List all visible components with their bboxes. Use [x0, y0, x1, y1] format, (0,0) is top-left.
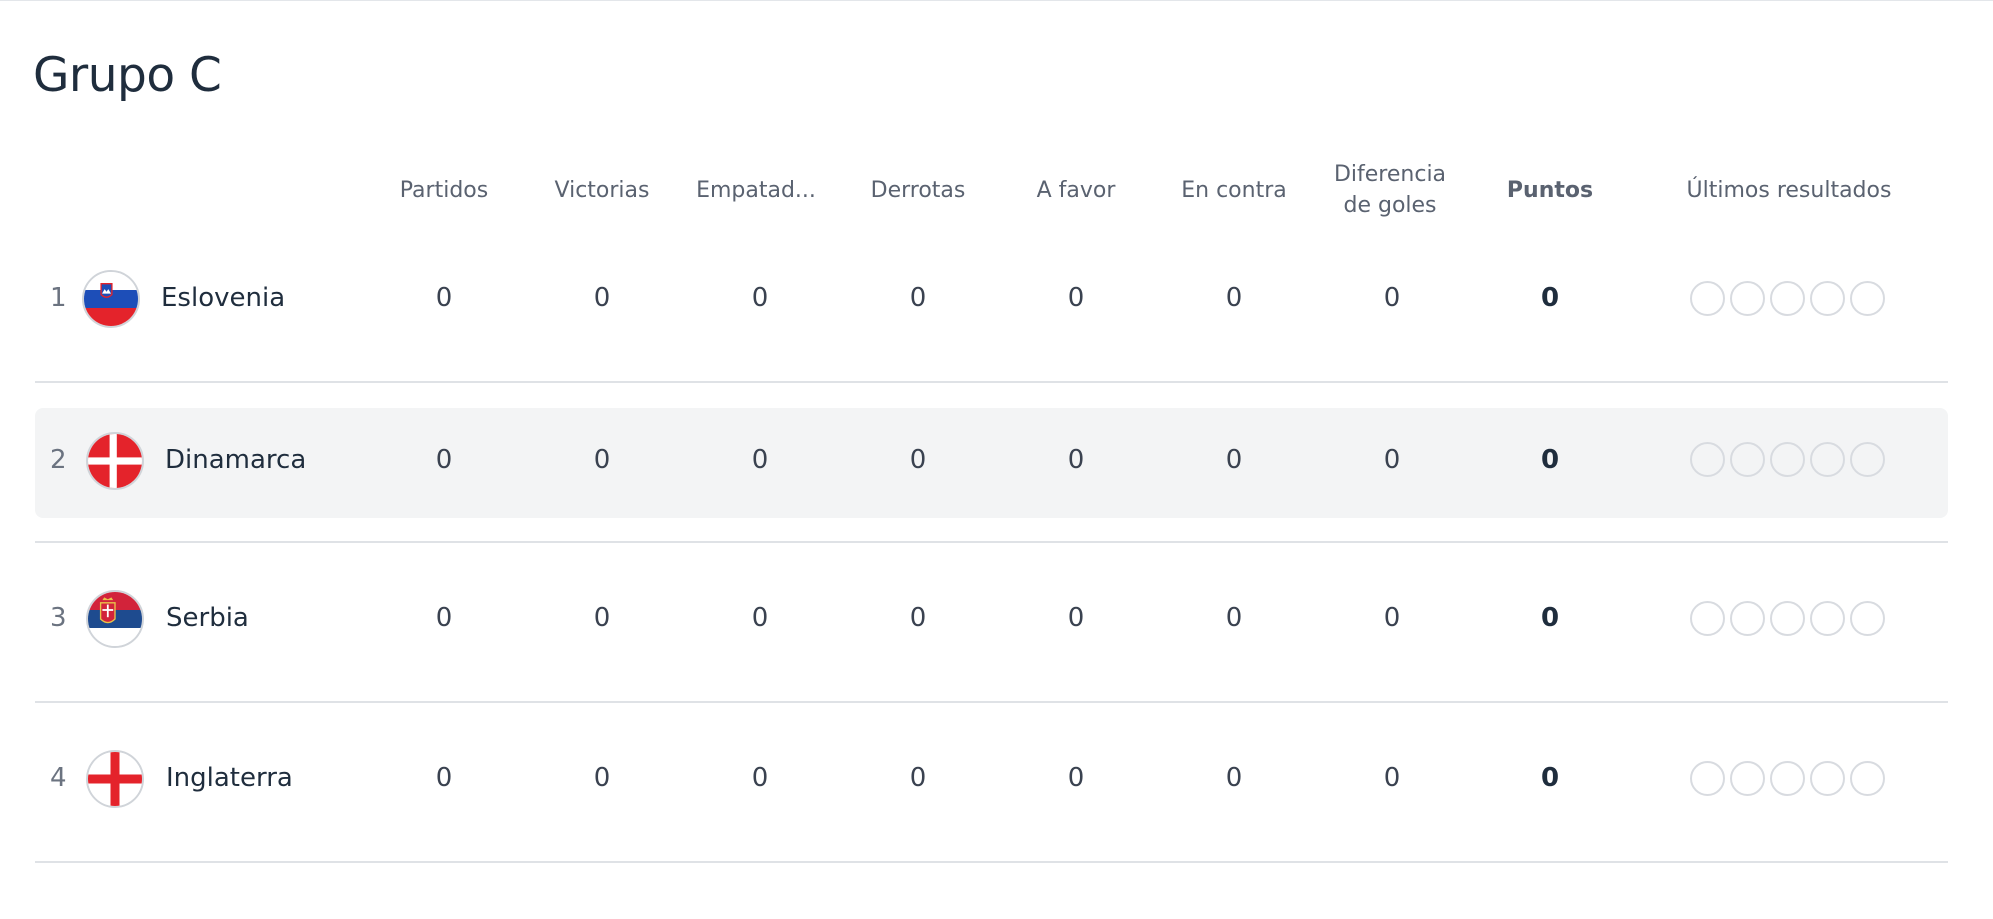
lost-value: 0	[909, 445, 927, 475]
goals-against-value: 0	[1225, 763, 1243, 793]
team-name[interactable]: Eslovenia	[161, 283, 285, 313]
row-background	[35, 725, 1948, 835]
col-drawn-header: Empatad...	[696, 177, 816, 203]
drawn-value: 0	[751, 763, 769, 793]
result-empty-icon	[1770, 601, 1805, 636]
won-value: 0	[593, 445, 611, 475]
result-empty-icon	[1770, 442, 1805, 477]
col-lost-header: Derrotas	[870, 177, 966, 203]
played-value: 0	[435, 283, 453, 313]
result-empty-icon	[1810, 442, 1845, 477]
top-divider	[0, 0, 1993, 1]
goal-diff-value: 0	[1383, 603, 1401, 633]
result-empty-icon	[1730, 442, 1765, 477]
row-divider	[35, 701, 1948, 703]
team-position: 1	[50, 283, 67, 313]
goals-against-value: 0	[1225, 603, 1243, 633]
lost-value: 0	[909, 603, 927, 633]
row-divider	[35, 381, 1948, 383]
result-empty-icon	[1850, 601, 1885, 636]
col-played-header: Partidos	[399, 177, 489, 203]
denmark-flag-icon	[86, 432, 144, 490]
lost-value: 0	[909, 763, 927, 793]
result-empty-icon	[1770, 761, 1805, 796]
slovenia-flag-icon	[82, 270, 140, 328]
col-points-header: Puntos	[1506, 177, 1594, 203]
goals-for-value: 0	[1067, 763, 1085, 793]
points-value: 0	[1540, 445, 1560, 475]
won-value: 0	[593, 283, 611, 313]
row-divider	[35, 861, 1948, 863]
table-row[interactable]: 3 Serbia 0 0 0 0 0 0 0 0	[0, 565, 1993, 675]
last-results	[1690, 601, 1890, 641]
team-position: 4	[50, 763, 67, 793]
played-value: 0	[435, 603, 453, 633]
team-name[interactable]: Inglaterra	[166, 763, 293, 793]
result-empty-icon	[1850, 281, 1885, 316]
team-name[interactable]: Dinamarca	[165, 445, 306, 475]
team-position: 2	[50, 445, 67, 475]
last-results	[1690, 442, 1890, 482]
result-empty-icon	[1850, 761, 1885, 796]
result-empty-icon	[1810, 601, 1845, 636]
goals-for-value: 0	[1067, 445, 1085, 475]
team-position: 3	[50, 603, 67, 633]
played-value: 0	[435, 445, 453, 475]
group-title: Grupo C	[33, 48, 222, 103]
points-value: 0	[1540, 763, 1560, 793]
drawn-value: 0	[751, 283, 769, 313]
won-value: 0	[593, 603, 611, 633]
row-background	[35, 565, 1948, 675]
row-divider	[35, 541, 1948, 543]
last-results	[1690, 761, 1890, 801]
result-empty-icon	[1730, 601, 1765, 636]
goal-diff-value: 0	[1383, 763, 1401, 793]
result-empty-icon	[1690, 601, 1725, 636]
goals-for-value: 0	[1067, 603, 1085, 633]
serbia-flag-icon	[86, 590, 144, 648]
played-value: 0	[435, 763, 453, 793]
col-last-results-header: Últimos resultados	[1686, 177, 1892, 203]
col-goals-for-header: A favor	[1036, 177, 1116, 203]
lost-value: 0	[909, 283, 927, 313]
goals-for-value: 0	[1067, 283, 1085, 313]
row-background	[35, 245, 1948, 355]
result-empty-icon	[1690, 442, 1725, 477]
result-empty-icon	[1850, 442, 1885, 477]
col-won-header: Victorias	[554, 177, 650, 203]
result-empty-icon	[1770, 281, 1805, 316]
result-empty-icon	[1730, 281, 1765, 316]
won-value: 0	[593, 763, 611, 793]
england-flag-icon	[86, 750, 144, 808]
table-row[interactable]: 1 Eslovenia 0 0 0 0 0 0 0 0	[0, 245, 1993, 355]
table-row[interactable]: 2 Dinamarca 0 0 0 0 0 0 0 0	[0, 408, 1993, 518]
result-empty-icon	[1690, 761, 1725, 796]
team-name[interactable]: Serbia	[166, 603, 249, 633]
points-value: 0	[1540, 283, 1560, 313]
goals-against-value: 0	[1225, 283, 1243, 313]
points-value: 0	[1540, 603, 1560, 633]
drawn-value: 0	[751, 445, 769, 475]
result-empty-icon	[1730, 761, 1765, 796]
result-empty-icon	[1810, 761, 1845, 796]
goal-diff-value: 0	[1383, 283, 1401, 313]
col-goals-against-header: En contra	[1181, 177, 1287, 203]
drawn-value: 0	[751, 603, 769, 633]
table-row[interactable]: 4 Inglaterra 0 0 0 0 0 0 0 0	[0, 725, 1993, 835]
last-results	[1690, 281, 1890, 321]
result-empty-icon	[1810, 281, 1845, 316]
col-goal-diff-header: Diferencia de goles	[1333, 162, 1447, 218]
goals-against-value: 0	[1225, 445, 1243, 475]
row-background	[35, 408, 1948, 518]
goal-diff-value: 0	[1383, 445, 1401, 475]
standings-header: Partidos Victorias Empatad... Derrotas A…	[0, 150, 1993, 230]
result-empty-icon	[1690, 281, 1725, 316]
